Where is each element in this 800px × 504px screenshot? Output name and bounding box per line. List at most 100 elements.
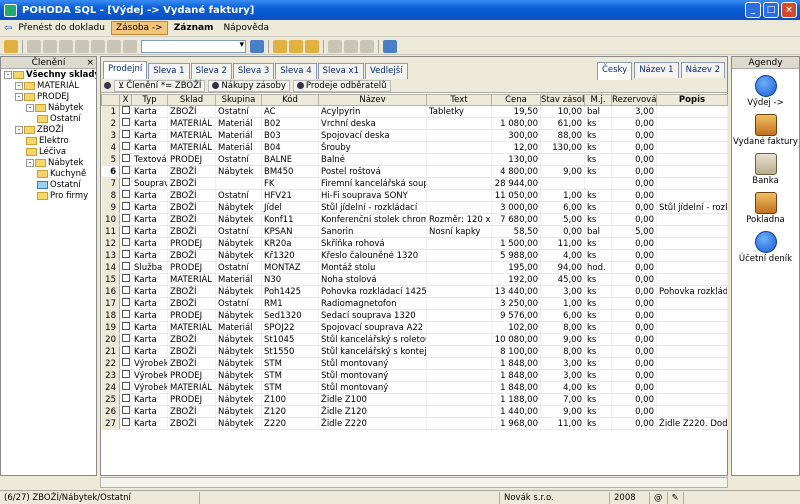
- grid-icon[interactable]: [328, 39, 342, 53]
- column-header[interactable]: M.j.: [584, 94, 612, 106]
- save-icon[interactable]: [91, 39, 105, 53]
- agenda-banka[interactable]: Banka: [732, 153, 799, 186]
- tab-sleva4[interactable]: Sleva 4: [275, 63, 317, 79]
- table-row[interactable]: 23 Výrobek PRODEJ Nábytek STM Stůl montovaný 1…: [101, 369, 728, 382]
- column-header[interactable]: Stav zásoby: [540, 94, 585, 106]
- layout-icon[interactable]: [360, 39, 374, 53]
- expand-toggle-icon[interactable]: -: [26, 158, 34, 167]
- row-checkbox[interactable]: [119, 117, 132, 130]
- new-icon[interactable]: [27, 39, 41, 53]
- row-checkbox[interactable]: [119, 369, 132, 382]
- subtab-nakupy[interactable]: Nákupy zásoby: [208, 79, 290, 92]
- row-checkbox[interactable]: [119, 225, 132, 238]
- columns-icon[interactable]: [344, 39, 358, 53]
- tree-node[interactable]: - PRODEJ: [1, 91, 96, 102]
- table-row[interactable]: 24 Výrobek MATERIÁL Nábytek STM Stůl montovan…: [101, 381, 728, 394]
- tree-node[interactable]: Léčiva: [1, 146, 96, 157]
- subtab-cleneni[interactable]: ⊻ Členění *= ZBOŽÍ: [114, 79, 206, 92]
- row-checkbox[interactable]: [119, 237, 132, 250]
- table-row[interactable]: 13 Karta ZBOŽÍ Nábytek Kř1320 Křeslo čalouněn…: [101, 249, 728, 262]
- row-checkbox[interactable]: [119, 297, 132, 310]
- filter-icon[interactable]: [250, 39, 264, 53]
- expand-toggle-icon[interactable]: -: [26, 103, 34, 112]
- column-header[interactable]: Popis: [656, 94, 728, 106]
- table-row[interactable]: 22 Výrobek ZBOŽÍ Nábytek STM Stůl montovaný 1 …: [101, 357, 728, 370]
- column-header[interactable]: Název: [318, 94, 427, 106]
- table-row[interactable]: 10 Karta ZBOŽÍ Nábytek Konf11 Konferenční sto…: [101, 213, 728, 226]
- column-header[interactable]: Skupina: [215, 94, 262, 106]
- column-header[interactable]: Rezervováno: [611, 94, 657, 106]
- row-checkbox[interactable]: [119, 141, 132, 154]
- table-row[interactable]: 25 Karta PRODEJ Nábytek Z100 Židle Z100 1 188,…: [101, 393, 728, 406]
- row-checkbox[interactable]: [119, 285, 132, 298]
- link-icon[interactable]: [4, 39, 18, 53]
- agenda-vydane-faktury[interactable]: Vydané faktury: [732, 114, 799, 147]
- menu-zasoba[interactable]: Zásoba ->: [110, 21, 168, 35]
- table-row[interactable]: 15 Karta MATERIÁL Materiál N30 Noha stolová 19…: [101, 273, 728, 286]
- edit-icon[interactable]: [59, 39, 73, 53]
- agenda-ucetni-denik[interactable]: Účetní deník: [732, 231, 799, 264]
- sort-cesky[interactable]: Česky: [596, 62, 633, 80]
- table-row[interactable]: 19 Karta MATERIÁL Materiál SPOJ22 Spojovací s…: [101, 321, 728, 334]
- column-header[interactable]: Typ: [131, 94, 168, 106]
- help-icon[interactable]: [383, 39, 397, 53]
- table-row[interactable]: 16 Karta ZBOŽÍ Nábytek Poh1425 Pohovka rozklá…: [101, 285, 728, 298]
- close-pane-icon[interactable]: ×: [86, 57, 94, 69]
- row-checkbox[interactable]: [119, 405, 132, 418]
- minimize-button[interactable]: _: [745, 2, 761, 18]
- tab-slevax1[interactable]: Sleva x1: [317, 63, 364, 79]
- row-checkbox[interactable]: [119, 249, 132, 262]
- expand-toggle-icon[interactable]: -: [15, 125, 23, 134]
- table-row[interactable]: 4 Karta MATERIÁL Materiál B04 Šrouby 12,00 130,…: [101, 141, 728, 154]
- table-icon[interactable]: [289, 39, 303, 53]
- row-checkbox[interactable]: [119, 417, 132, 430]
- row-checkbox[interactable]: [119, 153, 132, 166]
- row-checkbox[interactable]: [119, 345, 132, 358]
- tree-node[interactable]: - Nábytek: [1, 157, 96, 168]
- folder-icon[interactable]: [273, 39, 287, 53]
- row-checkbox[interactable]: [119, 393, 132, 406]
- subtab-prodeje[interactable]: Prodeje odběratelů: [292, 79, 391, 92]
- tree-node[interactable]: Ostatní: [1, 179, 96, 190]
- tree-node[interactable]: Elektro: [1, 135, 96, 146]
- table-row[interactable]: 8 Karta ZBOŽÍ Ostatní HFV21 Hi-Fi souprava SO…: [101, 189, 728, 202]
- row-checkbox[interactable]: [119, 189, 132, 202]
- row-checkbox[interactable]: [119, 201, 132, 214]
- table-row[interactable]: 6 Karta ZBOŽÍ Nábytek BM450 Postel roštová 4 8…: [101, 165, 728, 178]
- menu-napoveda[interactable]: Nápověda: [219, 22, 273, 34]
- tab-prodejni[interactable]: Prodejní: [103, 61, 148, 79]
- table-row[interactable]: 7 SoupravаZBOŽÍ FKFiremní kancelářská soup…: [101, 177, 728, 190]
- table-row[interactable]: 26 Karta ZBOŽÍ Nábytek Z120 Židle Z120 1 440,0…: [101, 405, 728, 418]
- filter-combo[interactable]: [141, 39, 246, 53]
- table-row[interactable]: 9 Karta ZBOŽÍ Nábytek Jídel Stůl jídelní - ro…: [101, 201, 728, 214]
- tree-node[interactable]: Ostatní: [1, 113, 96, 124]
- tree-node[interactable]: Pro firmy: [1, 190, 96, 201]
- row-checkbox[interactable]: [119, 129, 132, 142]
- column-header[interactable]: Sklad: [167, 94, 216, 106]
- column-header[interactable]: X: [119, 94, 132, 106]
- row-checkbox[interactable]: [119, 261, 132, 274]
- sort-nazev2[interactable]: Název 2: [680, 62, 725, 78]
- tree-node[interactable]: - ZBOŽÍ: [1, 124, 96, 135]
- table-row[interactable]: 11 Karta ZBOŽÍ Ostatní KPSAN Sanorin Nosní kap…: [101, 225, 728, 238]
- delete-icon[interactable]: [75, 39, 89, 53]
- report-icon[interactable]: [305, 39, 319, 53]
- table-row[interactable]: 18 Karta PRODEJ Nábytek Sed1320 Sedací soupra…: [101, 309, 728, 322]
- column-header[interactable]: [101, 94, 120, 106]
- cancel-icon[interactable]: [107, 39, 121, 53]
- table-row[interactable]: 5 Textová PRODEJ Ostatní BALNE Balné 130,00 ks 0…: [101, 153, 728, 166]
- table-row[interactable]: 1 Karta ZBOŽÍ Ostatní AC Acylpyrin Tabletky 19,…: [101, 105, 728, 118]
- column-header[interactable]: Cena: [491, 94, 541, 106]
- tab-sleva2[interactable]: Sleva 2: [190, 63, 232, 79]
- tree-node[interactable]: - Nábytek: [1, 102, 96, 113]
- close-button[interactable]: ×: [781, 2, 797, 18]
- agenda-pokladna[interactable]: Pokladna: [732, 192, 799, 225]
- row-checkbox[interactable]: [119, 177, 132, 190]
- table-row[interactable]: 27 Karta ZBOŽÍ Nábytek Z220 Židle Z220 1 968,0…: [101, 417, 728, 430]
- column-header[interactable]: Text: [426, 94, 492, 106]
- row-checkbox[interactable]: [119, 381, 132, 394]
- maximize-button[interactable]: □: [763, 2, 779, 18]
- pin-icon[interactable]: [104, 82, 111, 89]
- copy-icon[interactable]: [43, 39, 57, 53]
- table-row[interactable]: 2 Karta MATERIÁL Materiál B02 Vrchní deska 1 0…: [101, 117, 728, 130]
